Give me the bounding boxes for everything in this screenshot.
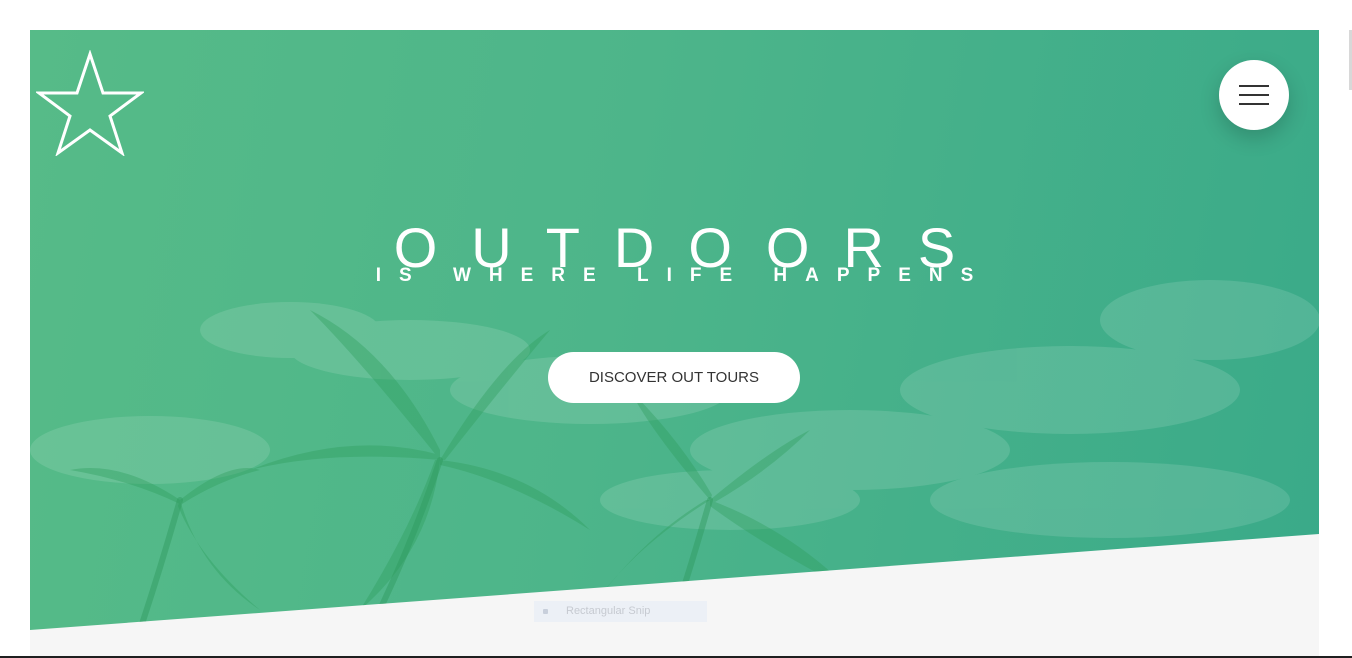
hero-header: OUTDOORS IS WHERE LIFE HAPPENS DISCOVER … [30, 30, 1319, 630]
discover-tours-button[interactable]: DISCOVER OUT TOURS [548, 352, 800, 403]
snip-tool-overlay: Rectangular Snip [534, 601, 707, 622]
hero-background-photo [30, 280, 1319, 630]
hamburger-menu-icon-bar [1239, 94, 1269, 96]
hamburger-menu-icon-bar [1239, 103, 1269, 105]
page: OUTDOORS IS WHERE LIFE HAPPENS DISCOVER … [30, 30, 1319, 658]
browser-viewport: OUTDOORS IS WHERE LIFE HAPPENS DISCOVER … [0, 0, 1352, 658]
snip-icon [543, 609, 548, 614]
hero-subtitle: IS WHERE LIFE HAPPENS [375, 265, 992, 286]
hamburger-menu-icon [1239, 85, 1269, 87]
hamburger-menu-button[interactable] [1219, 60, 1289, 130]
star-logo-icon[interactable] [36, 50, 144, 156]
snip-label: Rectangular Snip [566, 605, 651, 617]
